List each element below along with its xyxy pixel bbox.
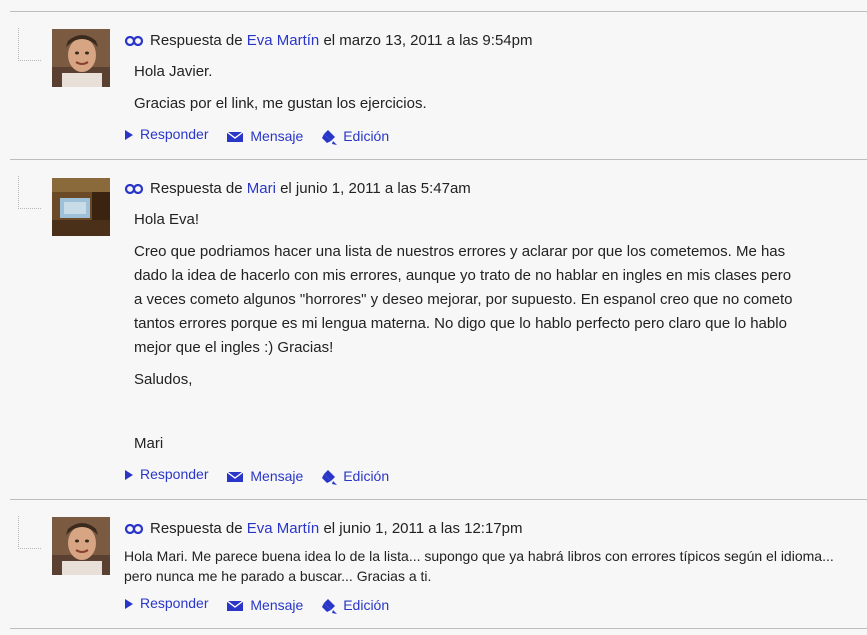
pencil-icon (322, 470, 338, 486)
edicion-button[interactable]: Edición (321, 128, 390, 146)
responder-label: Responder (140, 466, 209, 482)
reply-actions: Responder Mensaje Edición (124, 466, 403, 486)
reply-3: Respuesta de Eva Martín el junio 1, 2011… (10, 500, 867, 629)
paragraph: Hola Eva! (134, 211, 200, 228)
avatar[interactable] (52, 178, 110, 236)
thread-connector (18, 516, 41, 549)
avatar[interactable] (52, 517, 110, 575)
reply-header: Respuesta de Eva Martín el marzo 13, 201… (124, 32, 532, 50)
link-icon[interactable] (124, 521, 144, 538)
avatar-mari-image (52, 178, 110, 236)
mensaje-label: Mensaje (250, 468, 304, 484)
envelope-icon (226, 471, 244, 483)
mensaje-button[interactable]: Mensaje (226, 597, 303, 613)
play-arrow-icon (125, 599, 133, 610)
reply-1: Respuesta de Eva Martín el marzo 13, 201… (10, 12, 867, 160)
reply-prefix: Respuesta de (150, 520, 243, 537)
avatar[interactable] (52, 29, 110, 87)
reply-prefix: Respuesta de (150, 180, 243, 197)
responder-label: Responder (140, 126, 209, 142)
reply-header: Respuesta de Mari el junio 1, 2011 a las… (124, 180, 471, 198)
responder-button[interactable]: Responder (124, 126, 209, 142)
reply-2: Respuesta de Mari el junio 1, 2011 a las… (10, 160, 867, 500)
edicion-label: Edición (343, 128, 390, 144)
play-arrow-icon (125, 130, 133, 141)
edicion-label: Edición (343, 468, 390, 484)
paragraph: Hola Mari. Me parece buena idea lo de la… (124, 548, 834, 584)
edicion-button[interactable]: Edición (321, 597, 390, 615)
link-icon[interactable] (124, 33, 144, 50)
reply-actions: Responder Mensaje Edición (124, 595, 403, 615)
author-link[interactable]: Mari (247, 180, 276, 197)
reply-body: Hola Mari. Me parece buena idea lo de la… (124, 546, 864, 586)
envelope-icon (226, 600, 244, 612)
mensaje-button[interactable]: Mensaje (226, 128, 303, 144)
pencil-icon (322, 130, 338, 146)
reply-body: Hola Javier. Gracias por el link, me gus… (134, 60, 427, 116)
reply-body: Hola Eva! Creo que podriamos hacer una l… (134, 208, 794, 456)
reply-header: Respuesta de Eva Martín el junio 1, 2011… (124, 520, 522, 538)
link-icon[interactable] (124, 181, 144, 198)
author-link[interactable]: Eva Martín (247, 32, 320, 49)
paragraph: Creo que podriamos hacer una lista de nu… (134, 243, 793, 356)
avatar-eva-image (52, 517, 110, 575)
reply-prefix: Respuesta de (150, 32, 243, 49)
edicion-label: Edición (343, 597, 390, 613)
responder-button[interactable]: Responder (124, 466, 209, 482)
responder-button[interactable]: Responder (124, 595, 209, 611)
paragraph: Saludos, (134, 371, 193, 388)
envelope-icon (226, 131, 244, 143)
paragraph: Mari (134, 435, 164, 452)
reply-date: el junio 1, 2011 a las 5:47am (280, 180, 471, 197)
avatar-eva-image (52, 29, 110, 87)
thread-connector (18, 176, 41, 209)
paragraph: Gracias por el link, me gustan los ejerc… (134, 95, 427, 112)
paragraph: Hola Javier. (134, 63, 213, 80)
reply-date: el marzo 13, 2011 a las 9:54pm (323, 32, 533, 49)
pencil-icon (322, 599, 338, 615)
responder-label: Responder (140, 595, 209, 611)
play-arrow-icon (125, 470, 133, 481)
mensaje-label: Mensaje (250, 128, 304, 144)
thread-connector (18, 28, 41, 61)
mensaje-button[interactable]: Mensaje (226, 468, 303, 484)
reply-date: el junio 1, 2011 a las 12:17pm (323, 520, 523, 537)
edicion-button[interactable]: Edición (321, 468, 390, 486)
mensaje-label: Mensaje (250, 597, 304, 613)
reply-actions: Responder Mensaje Edición (124, 126, 403, 146)
author-link[interactable]: Eva Martín (247, 520, 320, 537)
